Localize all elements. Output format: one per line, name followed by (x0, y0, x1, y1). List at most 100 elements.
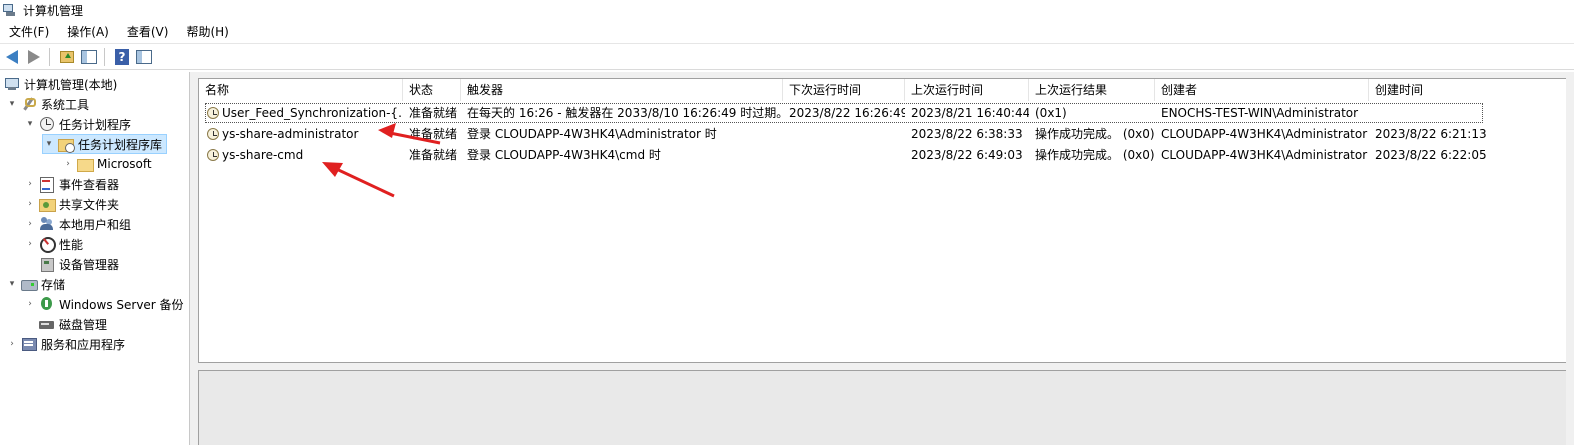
tree-label: Microsoft (97, 157, 152, 171)
cell-trigger: 登录 CLOUDAPP-4W3HK4\Administrator 时 (467, 127, 717, 141)
column-header-last-result[interactable]: 上次运行结果 (1029, 79, 1155, 101)
column-header-name[interactable]: 名称 (199, 79, 403, 101)
tree-node-windows-server-backup[interactable]: › Windows Server 备份 (24, 294, 184, 314)
cell-created (1369, 103, 1566, 123)
back-arrow-icon (6, 49, 18, 64)
chevron-down-icon[interactable]: ▾ (24, 118, 36, 130)
cell-author: CLOUDAPP-4W3HK4\Administrator (1161, 127, 1368, 141)
navigation-tree: 计算机管理(本地) ▾ 系统工具 ▾ 任务计划程序 ▾ 任务计划程序库 › Mi… (0, 72, 190, 445)
chevron-right-icon[interactable]: › (62, 158, 74, 170)
tree-node-task-scheduler-library[interactable]: ▾ 任务计划程序库 (42, 134, 168, 154)
toolbar: ? (0, 43, 1574, 70)
tree-node-storage[interactable]: ▾ 存储 (6, 274, 65, 294)
tree-label: 服务和应用程序 (41, 337, 126, 352)
cell-next-run: 2023/8/22 16:26:49 (789, 106, 905, 120)
column-header-last-run[interactable]: 上次运行时间 (905, 79, 1029, 101)
show-hide-action-pane-icon (136, 49, 152, 64)
column-header-next-run[interactable]: 下次运行时间 (783, 79, 905, 101)
tree-label: 磁盘管理 (59, 317, 108, 332)
window-title: 计算机管理 (23, 3, 84, 18)
tree-label: 本地用户和组 (59, 217, 132, 232)
title-bar: 计算机管理 (0, 0, 1574, 20)
tree-node-event-viewer[interactable]: › 事件查看器 (24, 174, 119, 194)
disk-icon (39, 316, 55, 332)
cell-name: ys-share-cmd (201, 145, 403, 165)
cell-last-result: (0x1) (1035, 106, 1067, 120)
cell-last-result: 操作成功完成。 (0x0) (1035, 148, 1155, 162)
task-details-pane (198, 370, 1566, 445)
tree-label: 事件查看器 (59, 177, 120, 192)
column-header-author[interactable]: 创建者 (1155, 79, 1369, 101)
show-hide-tree-icon (81, 49, 97, 64)
chevron-right-icon[interactable]: › (24, 298, 36, 310)
chevron-right-icon[interactable]: › (24, 238, 36, 250)
cell-last-result: 操作成功完成。 (0x0) (1035, 127, 1155, 141)
forward-button[interactable] (24, 47, 44, 67)
chevron-down-icon[interactable]: ▾ (6, 98, 18, 110)
task-name: User_Feed_Synchronization-{... (222, 106, 403, 120)
back-button[interactable] (2, 47, 22, 67)
tree-node-local-users-groups[interactable]: › 本地用户和组 (24, 214, 131, 234)
tree-label: 设备管理器 (59, 257, 120, 272)
shared-folder-icon (39, 196, 56, 212)
menu-file[interactable]: 文件(F) (0, 22, 58, 42)
tree-label: 计算机管理(本地) (24, 77, 118, 92)
task-clock-icon (207, 128, 219, 140)
tree-node-services-apps[interactable]: › 服务和应用程序 (6, 334, 125, 354)
chevron-right-icon[interactable]: › (24, 198, 36, 210)
chevron-right-icon[interactable]: › (24, 178, 36, 190)
cell-next-run (783, 124, 905, 144)
cell-trigger: 在每天的 16:26 - 触发器在 2033/8/10 16:26:49 时过期… (467, 106, 783, 120)
tree-node-task-scheduler[interactable]: ▾ 任务计划程序 (24, 114, 131, 134)
content-pane: 名称 状态 触发器 下次运行时间 上次运行时间 上次运行结果 创建者 创建时间 … (196, 72, 1574, 445)
tree-node-shared-folders[interactable]: › 共享文件夹 (24, 194, 119, 214)
show-hide-action-pane-button[interactable] (134, 47, 154, 67)
chevron-down-icon[interactable]: ▾ (43, 138, 55, 150)
menu-help[interactable]: 帮助(H) (177, 22, 237, 42)
tree-label: 任务计划程序 (59, 117, 132, 132)
chevron-down-icon[interactable]: ▾ (6, 278, 18, 290)
computer-icon (4, 76, 20, 92)
tree-node-microsoft[interactable]: › Microsoft (62, 154, 152, 174)
menu-view[interactable]: 查看(V) (118, 22, 178, 42)
device-manager-icon (39, 256, 55, 272)
column-header-status[interactable]: 状态 (403, 79, 461, 101)
menu-action[interactable]: 操作(A) (58, 22, 118, 42)
tree-node-system-tools[interactable]: ▾ 系统工具 (6, 94, 89, 114)
users-icon (39, 216, 55, 232)
cell-last-run: 2023/8/22 6:49:03 (911, 148, 1023, 162)
cell-trigger: 登录 CLOUDAPP-4W3HK4\cmd 时 (467, 148, 661, 162)
up-folder-icon (60, 50, 74, 63)
column-header-trigger[interactable]: 触发器 (461, 79, 783, 101)
show-hide-tree-button[interactable] (79, 47, 99, 67)
cell-name: User_Feed_Synchronization-{... (201, 103, 403, 123)
forward-arrow-icon (28, 49, 40, 64)
tree-label: Windows Server 备份 (59, 297, 184, 312)
clock-icon (39, 116, 55, 132)
help-button[interactable]: ? (112, 47, 132, 67)
task-name: ys-share-administrator (222, 127, 359, 141)
toolbar-separator (49, 47, 50, 66)
tree-node-root[interactable]: 计算机管理(本地) (4, 74, 117, 94)
menu-bar: 文件(F) 操作(A) 查看(V) 帮助(H) (0, 21, 1574, 42)
tree-node-device-manager[interactable]: 设备管理器 (39, 254, 119, 274)
column-header-created[interactable]: 创建时间 (1369, 79, 1566, 101)
tree-label: 系统工具 (41, 97, 90, 112)
tree-node-performance[interactable]: › 性能 (24, 234, 83, 254)
tree-label: 共享文件夹 (59, 197, 120, 212)
backup-icon (39, 296, 55, 312)
tree-label: 性能 (59, 237, 84, 252)
up-level-button[interactable] (57, 47, 77, 67)
task-library-folder-icon (58, 136, 75, 153)
cell-author: ENOCHS-TEST-WIN\Administrator (1161, 106, 1359, 120)
cell-status: 准备就绪 (409, 127, 458, 141)
chevron-right-icon[interactable]: › (24, 218, 36, 230)
cell-last-run: 2023/8/22 6:38:33 (911, 127, 1023, 141)
chevron-right-icon[interactable]: › (6, 338, 18, 350)
folder-icon (77, 156, 94, 172)
tree-node-disk-management[interactable]: 磁盘管理 (39, 314, 107, 334)
tree-label: 存储 (41, 277, 66, 292)
task-name: ys-share-cmd (222, 148, 304, 162)
cell-created: 2023/8/22 6:21:13 (1375, 127, 1487, 141)
cell-next-run (783, 145, 905, 165)
